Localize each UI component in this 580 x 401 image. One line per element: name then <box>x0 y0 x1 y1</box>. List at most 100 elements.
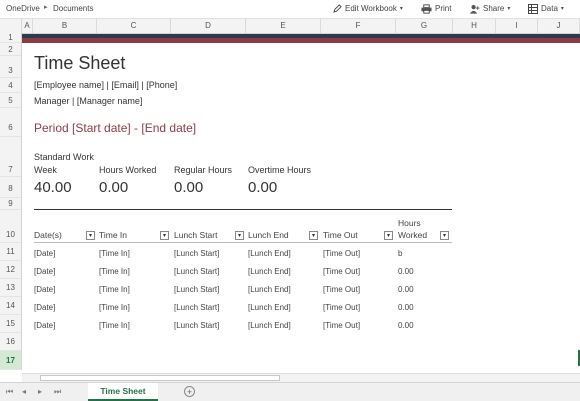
cell-lunch-end[interactable]: [Lunch End] <box>248 321 291 330</box>
share-button[interactable]: Share ▾ <box>469 2 510 15</box>
hours-worked-label: Hours Worked <box>99 165 157 175</box>
cell-hours-worked[interactable]: 0.00 <box>398 285 414 294</box>
row-header-13[interactable]: 13 <box>0 279 21 297</box>
cell-time-in[interactable]: [Time In] <box>99 249 130 258</box>
table-header-hours[interactable]: Hours <box>398 218 421 228</box>
cell-time-in[interactable]: [Time In] <box>99 285 130 294</box>
scrollbar-thumb[interactable] <box>40 375 280 381</box>
cell-lunch-end[interactable]: [Lunch End] <box>248 285 291 294</box>
print-button[interactable]: Print <box>421 2 451 15</box>
overtime-hours-value[interactable]: 0.00 <box>248 179 277 196</box>
table-header-dates[interactable]: Date(s) <box>34 230 62 240</box>
column-header-c[interactable]: C <box>97 19 171 33</box>
cell-hours-worked[interactable]: 0.00 <box>398 303 414 312</box>
period-line[interactable]: Period [Start date] - [End date] <box>34 121 196 135</box>
previous-sheet-icon[interactable]: ◂ <box>22 387 26 396</box>
table-header-time-in[interactable]: Time In <box>99 230 127 240</box>
column-header-j[interactable]: J <box>538 19 580 33</box>
breadcrumb-separator-icon: ▸ <box>44 4 48 11</box>
contact-line[interactable]: [Employee name] | [Email] | [Phone] <box>34 80 177 90</box>
select-all-corner[interactable] <box>0 19 22 33</box>
cell-time-in[interactable]: [Time In] <box>99 267 130 276</box>
filter-dropdown-icon[interactable]: ▾ <box>160 231 169 240</box>
cell-lunch-end[interactable]: [Lunch End] <box>248 267 291 276</box>
cell-time-out[interactable]: [Time Out] <box>323 267 360 276</box>
sheet-title[interactable]: Time Sheet <box>34 53 125 74</box>
table-header-lunch-start[interactable]: Lunch Start <box>174 230 217 240</box>
row-header-1[interactable]: 1 <box>0 32 21 43</box>
row-header-9[interactable]: 9 <box>0 198 21 210</box>
row-header-5[interactable]: 5 <box>0 93 21 108</box>
cell-lunch-start[interactable]: [Lunch Start] <box>174 267 219 276</box>
table-header-worked[interactable]: Worked <box>398 230 427 240</box>
cell-date[interactable]: [Date] <box>34 321 55 330</box>
row-header-16[interactable]: 16 <box>0 333 21 351</box>
cell-hours-worked[interactable]: 0.00 <box>398 267 414 276</box>
column-header-f[interactable]: F <box>321 19 396 33</box>
cell-lunch-start[interactable]: [Lunch Start] <box>174 303 219 312</box>
regular-hours-value[interactable]: 0.00 <box>174 179 203 196</box>
filter-dropdown-icon[interactable]: ▾ <box>309 231 318 240</box>
add-sheet-icon[interactable]: + <box>184 386 195 397</box>
cell-time-in[interactable]: [Time In] <box>99 303 130 312</box>
column-header-i[interactable]: I <box>496 19 538 33</box>
cell-date[interactable]: [Date] <box>34 249 55 258</box>
cell-time-out[interactable]: [Time Out] <box>323 249 360 258</box>
data-button[interactable]: Data ▾ <box>528 2 564 15</box>
column-header-e[interactable]: E <box>246 19 321 33</box>
cell-lunch-start[interactable]: [Lunch Start] <box>174 321 219 330</box>
column-header-a[interactable]: A <box>22 19 33 33</box>
cell-time-out[interactable]: [Time Out] <box>323 285 360 294</box>
filter-dropdown-icon[interactable]: ▾ <box>384 231 393 240</box>
data-table-icon <box>528 3 538 14</box>
edit-workbook-button[interactable]: Edit Workbook ▾ <box>333 2 403 15</box>
row-header-6[interactable]: 6 <box>0 108 21 137</box>
row-header-11[interactable]: 11 <box>0 243 21 261</box>
row-header-7[interactable]: 7 <box>0 137 21 177</box>
cell-lunch-end[interactable]: [Lunch End] <box>248 249 291 258</box>
hours-worked-value[interactable]: 0.00 <box>99 179 128 196</box>
column-header-h[interactable]: H <box>453 19 496 33</box>
cell-time-out[interactable]: [Time Out] <box>323 321 360 330</box>
sheet-tab-bar: ⏮ ◂ ▸ ⏭ Time Sheet + <box>0 382 580 401</box>
filter-dropdown-icon[interactable]: ▾ <box>235 231 244 240</box>
cell-time-out[interactable]: [Time Out] <box>323 303 360 312</box>
cell-time-in[interactable]: [Time In] <box>99 321 130 330</box>
row-header-15[interactable]: 15 <box>0 315 21 333</box>
table-header-time-out[interactable]: Time Out <box>323 230 358 240</box>
cell-lunch-start[interactable]: [Lunch Start] <box>174 249 219 258</box>
row-header-14[interactable]: 14 <box>0 297 21 315</box>
cell-hours-worked[interactable]: 0.00 <box>398 321 414 330</box>
last-sheet-icon[interactable]: ⏭ <box>54 387 61 397</box>
cell-lunch-start[interactable]: [Lunch Start] <box>174 285 219 294</box>
row-header-8[interactable]: 8 <box>0 177 21 198</box>
data-label: Data <box>541 4 558 13</box>
breadcrumb-onedrive[interactable]: OneDrive <box>6 4 40 13</box>
cell-date[interactable]: [Date] <box>34 303 55 312</box>
standard-work-value[interactable]: 40.00 <box>34 179 72 196</box>
column-header-d[interactable]: D <box>171 19 246 33</box>
filter-dropdown-icon[interactable]: ▾ <box>86 231 95 240</box>
standard-work-label-1: Standard Work <box>34 152 94 162</box>
column-header-b[interactable]: B <box>33 19 97 33</box>
cell-date[interactable]: [Date] <box>34 267 55 276</box>
row-header-2[interactable]: 2 <box>0 43 21 56</box>
sheet-tab-time-sheet[interactable]: Time Sheet <box>88 383 158 401</box>
row-header-10[interactable]: 10 <box>0 210 21 243</box>
manager-line[interactable]: Manager | [Manager name] <box>34 96 142 106</box>
filter-dropdown-icon[interactable]: ▾ <box>440 231 449 240</box>
column-header-g[interactable]: G <box>396 19 453 33</box>
standard-work-label-2: Week <box>34 165 57 175</box>
column-header-bar: A B C D E F G H I J <box>0 18 580 34</box>
cell-date[interactable]: [Date] <box>34 285 55 294</box>
row-header-17[interactable]: 17 <box>0 351 21 370</box>
next-sheet-icon[interactable]: ▸ <box>38 387 42 396</box>
row-header-4[interactable]: 4 <box>0 78 21 93</box>
table-header-lunch-end[interactable]: Lunch End <box>248 230 289 240</box>
row-header-12[interactable]: 12 <box>0 261 21 279</box>
cell-hours-worked[interactable]: b <box>398 249 402 258</box>
breadcrumb-documents[interactable]: Documents <box>53 4 93 13</box>
row-header-3[interactable]: 3 <box>0 56 21 78</box>
cell-lunch-end[interactable]: [Lunch End] <box>248 303 291 312</box>
first-sheet-icon[interactable]: ⏮ <box>6 387 13 397</box>
